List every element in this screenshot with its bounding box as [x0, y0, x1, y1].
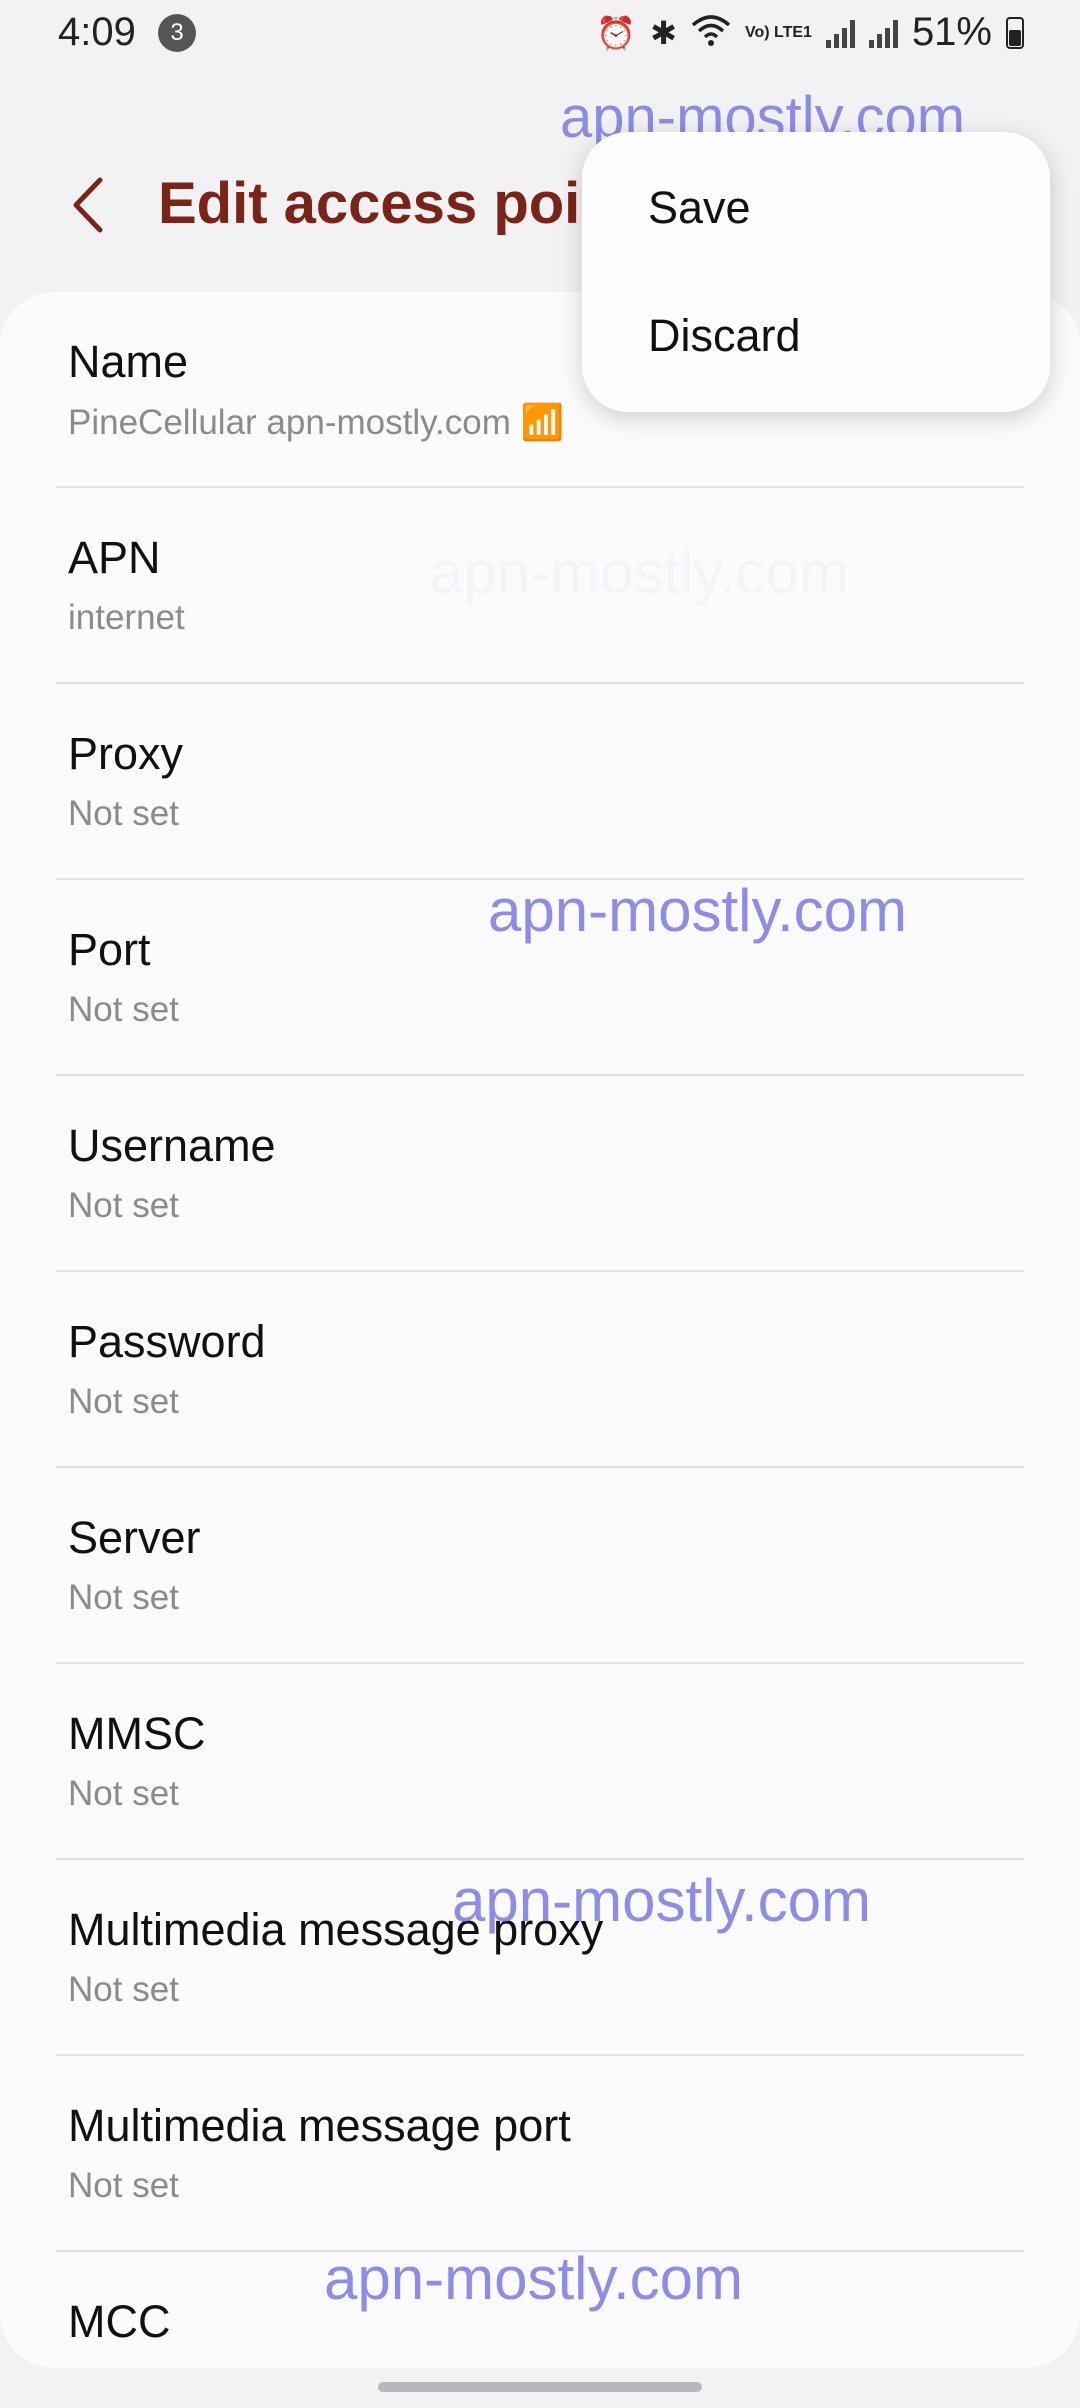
- volte-icon: Vo) LTE1: [744, 23, 812, 41]
- notification-count-badge: 3: [158, 14, 196, 52]
- field-label: MMSC: [68, 1708, 206, 1759]
- discard-menu-item[interactable]: Discard: [648, 310, 801, 362]
- signal-icon: [868, 18, 898, 48]
- field-label: Name: [68, 336, 189, 387]
- field-server[interactable]: Server Not set: [56, 1468, 1024, 1664]
- watermark: apn-mostly.com: [324, 2245, 744, 2312]
- field-value: Not set: [68, 1382, 179, 1421]
- field-label: Proxy: [68, 728, 184, 779]
- field-mms-port[interactable]: Multimedia message port Not set: [56, 2056, 1024, 2252]
- field-value: Not set: [68, 990, 179, 1029]
- field-value: PineCellular apn-mostly.com 📶: [68, 403, 565, 442]
- field-label: Multimedia message port: [68, 2100, 571, 2151]
- field-label: Port: [68, 924, 151, 975]
- status-icons: ⏰ ✱ Vo) LTE1 51%: [596, 10, 1024, 55]
- watermark: apn-mostly.com: [430, 539, 850, 606]
- overflow-menu: Save Discard: [582, 132, 1050, 412]
- battery-icon: [1006, 16, 1024, 49]
- field-value: Not set: [68, 2166, 179, 2205]
- chevron-left-icon: [73, 177, 103, 233]
- field-value: Not set: [68, 794, 179, 833]
- status-bar: 4:09 3 ⏰ ✱ Vo) LTE1 51%: [0, 0, 1080, 70]
- field-label: MCC: [68, 2296, 171, 2347]
- field-value: Not set: [68, 1774, 179, 1813]
- field-value: Not set: [68, 1970, 179, 2009]
- field-value: internet: [68, 598, 185, 637]
- battery-percentage: 51%: [911, 10, 992, 54]
- bluetooth-icon: ✱: [650, 14, 677, 51]
- field-username[interactable]: Username Not set: [56, 1076, 1024, 1272]
- page-title: Edit access poir: [158, 171, 603, 236]
- field-label: Server: [68, 1512, 201, 1563]
- field-value: Not set: [68, 1186, 179, 1225]
- field-password[interactable]: Password Not set: [56, 1272, 1024, 1468]
- field-value: Not set: [68, 1578, 179, 1617]
- field-proxy[interactable]: Proxy Not set: [56, 684, 1024, 880]
- back-button[interactable]: [60, 170, 116, 240]
- field-label: APN: [68, 532, 161, 583]
- status-time: 4:09: [58, 10, 136, 54]
- wifi-icon: [691, 13, 731, 52]
- save-menu-item[interactable]: Save: [648, 182, 751, 234]
- field-mmsc[interactable]: MMSC Not set: [56, 1664, 1024, 1860]
- alarm-icon: ⏰: [596, 14, 637, 51]
- watermark: apn-mostly.com: [488, 877, 908, 944]
- watermark: apn-mostly.com: [452, 1867, 872, 1934]
- field-label: Password: [68, 1316, 266, 1367]
- signal-icon: [825, 18, 855, 48]
- field-label: Username: [68, 1120, 276, 1171]
- gesture-nav-handle[interactable]: [378, 2382, 702, 2392]
